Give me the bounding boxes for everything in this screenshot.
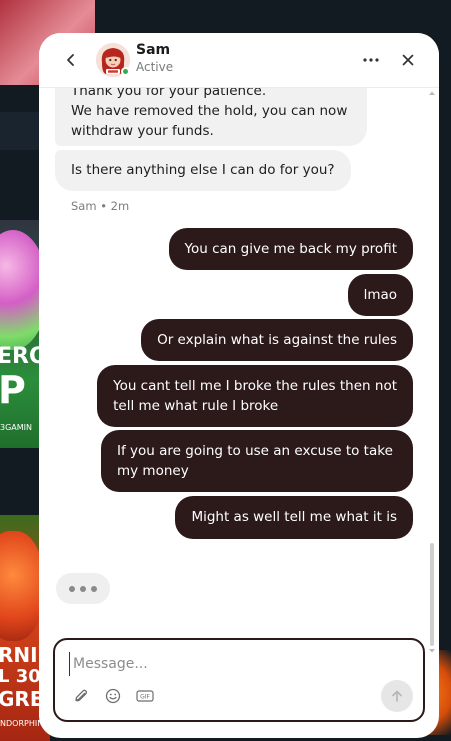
message-line: You cant tell me I broke the rules then … xyxy=(113,378,397,394)
more-horizontal-icon xyxy=(363,58,379,62)
outgoing-message: You cant tell me I broke the rules then … xyxy=(97,365,413,427)
message-line: withdraw your funds. xyxy=(71,123,214,139)
game-tile-art xyxy=(0,531,44,641)
gif-icon: GIF xyxy=(136,690,154,702)
chat-window: Sam Active Thank you for your patience. … xyxy=(39,33,439,738)
incoming-message: Is there anything else I can do for you? xyxy=(55,150,351,191)
emoji-icon xyxy=(105,688,121,704)
gif-label: GIF xyxy=(140,694,150,701)
scroll-down-arrow-icon[interactable] xyxy=(428,648,436,654)
chevron-left-icon xyxy=(67,54,74,66)
agent-name: Sam xyxy=(136,42,171,58)
message-line: lmao xyxy=(363,287,397,303)
chat-header: Sam Active xyxy=(39,33,439,88)
attach-button[interactable] xyxy=(71,686,91,706)
close-icon xyxy=(402,54,414,66)
message-line: Or explain what is against the rules xyxy=(157,332,397,348)
back-button[interactable] xyxy=(59,48,83,72)
send-button[interactable] xyxy=(381,680,413,712)
game-tile-2-provider: NDORPHIN xyxy=(0,719,44,728)
message-line: Thank you for your patience. xyxy=(71,88,267,99)
incoming-message: Thank you for your patience. We have rem… xyxy=(55,88,367,146)
message-composer: GIF xyxy=(53,638,425,722)
outgoing-message: lmao xyxy=(347,274,413,316)
more-options-button[interactable] xyxy=(359,48,383,72)
message-line: tell me what rule I broke xyxy=(113,398,279,414)
outgoing-message: Or explain what is against the rules xyxy=(141,319,413,361)
arrow-up-icon xyxy=(392,690,402,702)
game-tile-2-title-line: GRE xyxy=(0,687,44,711)
emoji-button[interactable] xyxy=(103,686,123,706)
message-list[interactable]: Thank you for your patience. We have rem… xyxy=(39,88,439,633)
message-line: We have removed the hold, you can now xyxy=(71,103,348,119)
game-tile-1-title-line: P xyxy=(0,368,26,412)
outgoing-message: You can give me back my profit xyxy=(168,228,413,270)
typing-indicator xyxy=(56,573,110,604)
message-line: Is there anything else I can do for you? xyxy=(71,162,335,178)
agent-status: Active xyxy=(136,60,174,74)
outgoing-message: Might as well tell me what it is xyxy=(175,496,413,539)
close-button[interactable] xyxy=(396,48,420,72)
scroll-up-arrow-icon[interactable] xyxy=(428,90,436,96)
message-meta: Sam • 2m xyxy=(71,199,130,213)
scrollbar-thumb[interactable] xyxy=(430,543,434,646)
paperclip-icon xyxy=(75,689,88,702)
message-line: You can give me back my profit xyxy=(184,241,397,257)
game-tile-1-provider: 3GAMIN xyxy=(0,423,33,432)
message-input[interactable] xyxy=(69,652,369,676)
message-line: Might as well tell me what it is xyxy=(191,509,397,525)
game-tile-2-title-line: RNI xyxy=(0,643,38,667)
gif-button[interactable]: GIF xyxy=(135,686,155,706)
message-line: my money xyxy=(117,463,189,479)
game-tile-2-title-line: L 30 xyxy=(0,666,41,687)
message-line: If you are going to use an excuse to tak… xyxy=(117,443,393,459)
outgoing-message: If you are going to use an excuse to tak… xyxy=(101,430,413,492)
typing-dot xyxy=(69,585,75,592)
online-status-indicator xyxy=(121,67,130,76)
typing-dot xyxy=(80,585,86,592)
typing-dot xyxy=(91,585,97,592)
